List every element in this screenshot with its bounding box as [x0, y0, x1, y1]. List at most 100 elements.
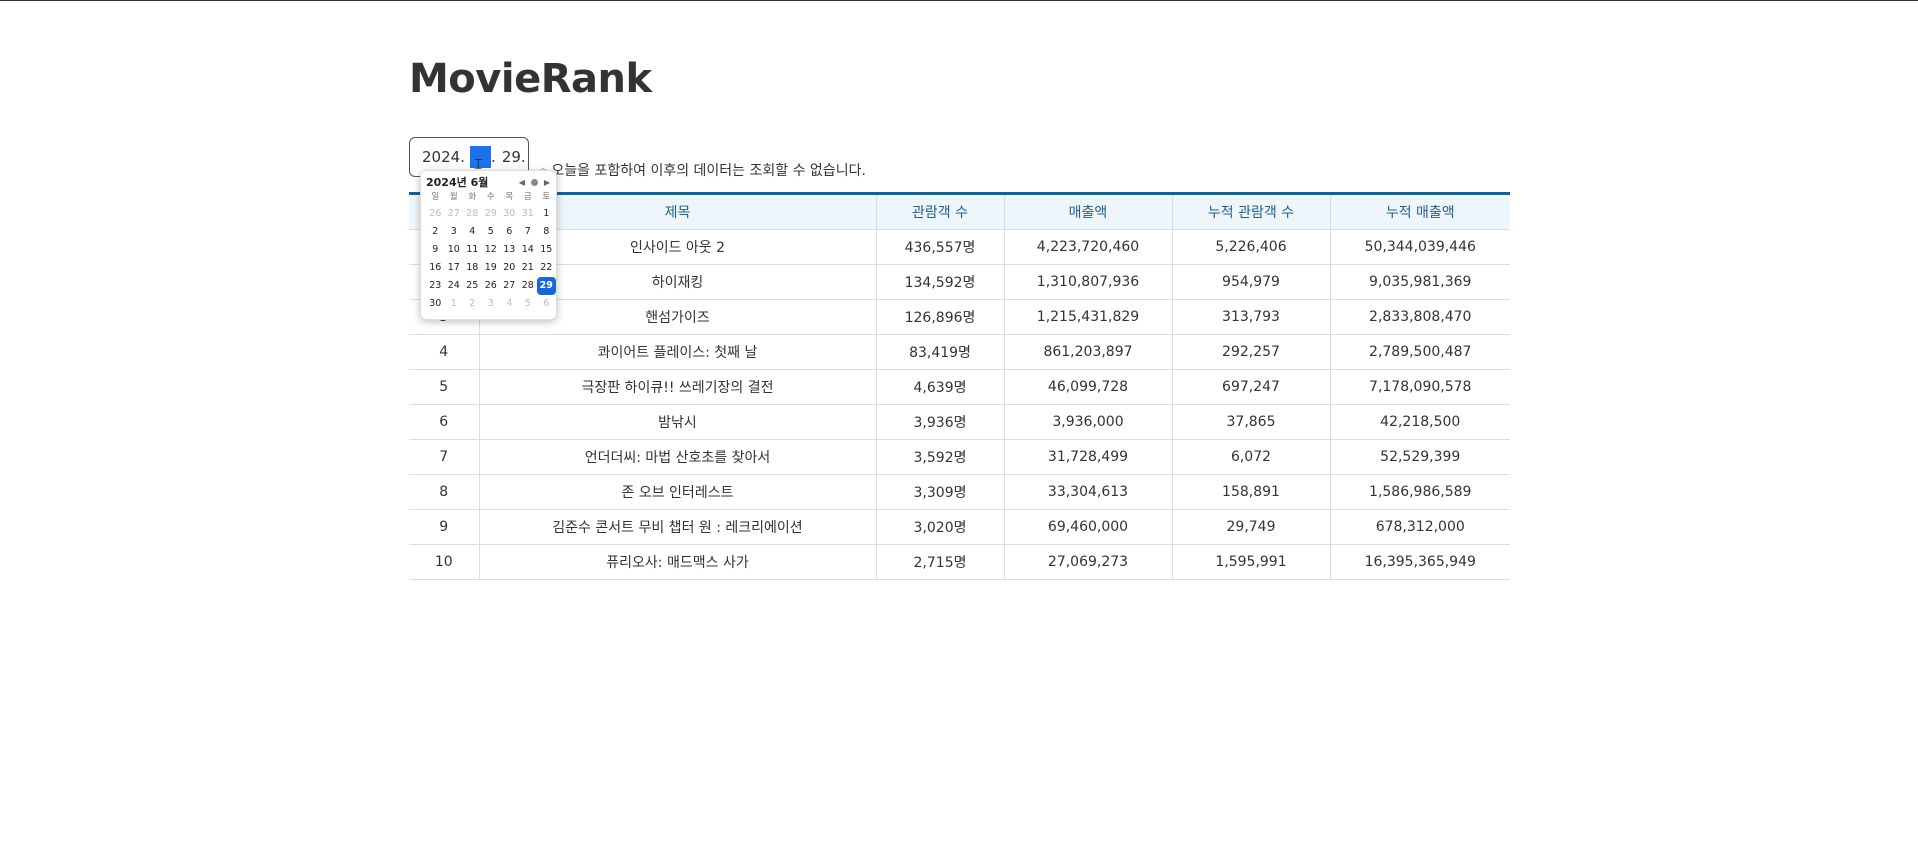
calendar-day[interactable]: 28: [519, 277, 538, 295]
header-cumulative-sales: 누적 매출액: [1329, 193, 1510, 230]
calendar-day[interactable]: 8: [537, 223, 556, 241]
cell-audience: 134,592명: [875, 264, 1004, 300]
calendar-day[interactable]: 3: [482, 295, 501, 313]
cell-audience: 3,592명: [875, 439, 1004, 475]
calendar-day[interactable]: 27: [500, 277, 519, 295]
calendar-day[interactable]: 30: [500, 205, 519, 223]
cell-cumulative-sales: 52,529,399: [1329, 439, 1510, 475]
calendar-weekday: 수: [486, 192, 495, 202]
calendar-day[interactable]: 26: [426, 205, 445, 223]
cell-title: 밤낚시: [478, 404, 876, 440]
calendar-day[interactable]: 25: [463, 277, 482, 295]
cell-cumulative-audience: 5,226,406: [1171, 229, 1330, 265]
cell-sales: 33,304,613: [1003, 474, 1172, 510]
table-row: 9 김준수 콘서트 무비 챕터 원 : 레크리에이션 3,020명 69,460,00…: [409, 509, 1510, 545]
calendar-day[interactable]: 23: [426, 277, 445, 295]
table-row: 5 극장판 하이큐!! 쓰레기장의 결전 4,639명 46,099,728 697,2…: [409, 369, 1510, 405]
table-row: 1인사이드 아웃 2436,557명4,223,720,4605,226,406…: [409, 229, 1510, 265]
cell-cumulative-audience: 697,247: [1171, 369, 1330, 405]
cell-rank: 7: [409, 439, 479, 475]
cell-cumulative-sales: 2,833,808,470: [1329, 299, 1510, 335]
calendar-grid: 일 월 화 수 목 금 토 26 27 28 29 30 31 1 2 3 4 5 6 7 8 9 10 11 12 13 14 15…: [426, 190, 556, 313]
cell-cumulative-audience: 29,749: [1171, 509, 1330, 545]
calendar-day[interactable]: 17: [445, 259, 464, 277]
cell-title: 언더더씨: 마법 산호초를 찾아서: [478, 439, 876, 475]
calendar-day[interactable]: 7: [519, 223, 538, 241]
calendar-day[interactable]: 5: [482, 223, 501, 241]
top-border: [0, 0, 1918, 1]
calendar-day[interactable]: 27: [445, 205, 464, 223]
calendar-day[interactable]: 16: [426, 259, 445, 277]
date-month-suffix: .: [491, 148, 496, 166]
calendar-header: 2024년 6월 ◀ ▶: [423, 174, 554, 190]
date-year-segment[interactable]: 2024.: [422, 148, 465, 166]
table-row: 4 콰이어트 플레이스: 첫째 날 83,419명 861,203,897 292,25…: [409, 334, 1510, 370]
cell-title: 극장판 하이큐!! 쓰레기장의 결전: [478, 369, 876, 405]
calendar-day[interactable]: 1: [537, 205, 556, 223]
calendar-day[interactable]: 11: [463, 241, 482, 259]
calendar-day[interactable]: 29: [482, 205, 501, 223]
calendar-day[interactable]: 1: [445, 295, 464, 313]
table-row: 6 밤낚시 3,936명 3,936,000 37,865 42,218,500: [409, 404, 1510, 440]
calendar-day[interactable]: 2: [463, 295, 482, 313]
cell-title: 존 오브 인터레스트: [478, 474, 876, 510]
cell-cumulative-audience: 292,257: [1171, 334, 1330, 370]
calendar-day[interactable]: 4: [500, 295, 519, 313]
cell-title: 김준수 콘서트 무비 챕터 원 : 레크리에이션: [478, 509, 876, 545]
cell-rank: 6: [409, 404, 479, 440]
calendar-day[interactable]: 19: [482, 259, 501, 277]
calendar-day[interactable]: 4: [463, 223, 482, 241]
calendar-day[interactable]: 6: [500, 223, 519, 241]
table-header-row: 제목 관람객 수 매출액 누적 관람객 수 누적 매출액: [409, 193, 1510, 230]
cell-cumulative-audience: 313,793: [1171, 299, 1330, 335]
calendar-next-icon[interactable]: ▶: [544, 178, 550, 187]
calendar-weekday: 금: [523, 192, 532, 202]
calendar-day[interactable]: 14: [519, 241, 538, 259]
calendar-day[interactable]: 26: [482, 277, 501, 295]
calendar-day[interactable]: 12: [482, 241, 501, 259]
calendar-day[interactable]: 22: [537, 259, 556, 277]
calendar-day[interactable]: 15: [537, 241, 556, 259]
calendar-day[interactable]: 5: [519, 295, 538, 313]
cell-audience: 2,715명: [875, 544, 1004, 580]
calendar-prev-icon[interactable]: ◀: [519, 178, 525, 187]
calendar-day[interactable]: 31: [519, 205, 538, 223]
cell-rank: 5: [409, 369, 479, 405]
ranking-table: 제목관람객 수매출액누적 관람객 수누적 매출액 1인사이드 아웃 2436,5…: [409, 192, 1510, 580]
cell-title: 콰이어트 플레이스: 첫째 날: [478, 334, 876, 370]
calendar-day[interactable]: 24: [445, 277, 464, 295]
cell-rank: 9: [409, 509, 479, 545]
calendar-day[interactable]: 3: [445, 223, 464, 241]
calendar-day[interactable]: 13: [500, 241, 519, 259]
cell-audience: 3,309명: [875, 474, 1004, 510]
calendar-day[interactable]: 20: [500, 259, 519, 277]
table-row: 10 퓨리오사: 매드맥스 사가 2,715명 27,069,273 1,595,991…: [409, 544, 1510, 580]
cell-cumulative-sales: 7,178,090,578: [1329, 369, 1510, 405]
calendar-day[interactable]: 10: [445, 241, 464, 259]
calendar-day[interactable]: 6: [537, 295, 556, 313]
cell-rank: 4: [409, 334, 479, 370]
calendar-weekday: 월: [449, 192, 458, 202]
notice-text: ※오늘을 포함하여 이후의 데이터는 조회할 수 없습니다.: [539, 160, 866, 180]
calendar-today-icon[interactable]: [530, 178, 538, 186]
calendar-day-selected[interactable]: 29: [537, 277, 556, 295]
calendar-day[interactable]: 30: [426, 295, 445, 313]
cell-sales: 1,310,807,936: [1003, 264, 1172, 300]
date-day-segment[interactable]: 29.: [502, 148, 526, 166]
cell-rank: 8: [409, 474, 479, 510]
cell-rank: 10: [409, 544, 479, 580]
calendar-day[interactable]: 28: [463, 205, 482, 223]
cell-audience: 83,419명: [875, 334, 1004, 370]
cell-cumulative-sales: 42,218,500: [1329, 404, 1510, 440]
cell-sales: 3,936,000: [1003, 404, 1172, 440]
calendar-day[interactable]: 9: [426, 241, 445, 259]
cell-sales: 69,460,000: [1003, 509, 1172, 545]
cell-cumulative-sales: 2,789,500,487: [1329, 334, 1510, 370]
calendar-day[interactable]: 18: [463, 259, 482, 277]
calendar-day[interactable]: 2: [426, 223, 445, 241]
calendar-day[interactable]: 21: [519, 259, 538, 277]
calendar-weekday: 목: [505, 192, 514, 202]
cell-audience: 3,020명: [875, 509, 1004, 545]
cell-cumulative-sales: 9,035,981,369: [1329, 264, 1510, 300]
cell-title: 퓨리오사: 매드맥스 사가: [478, 544, 876, 580]
